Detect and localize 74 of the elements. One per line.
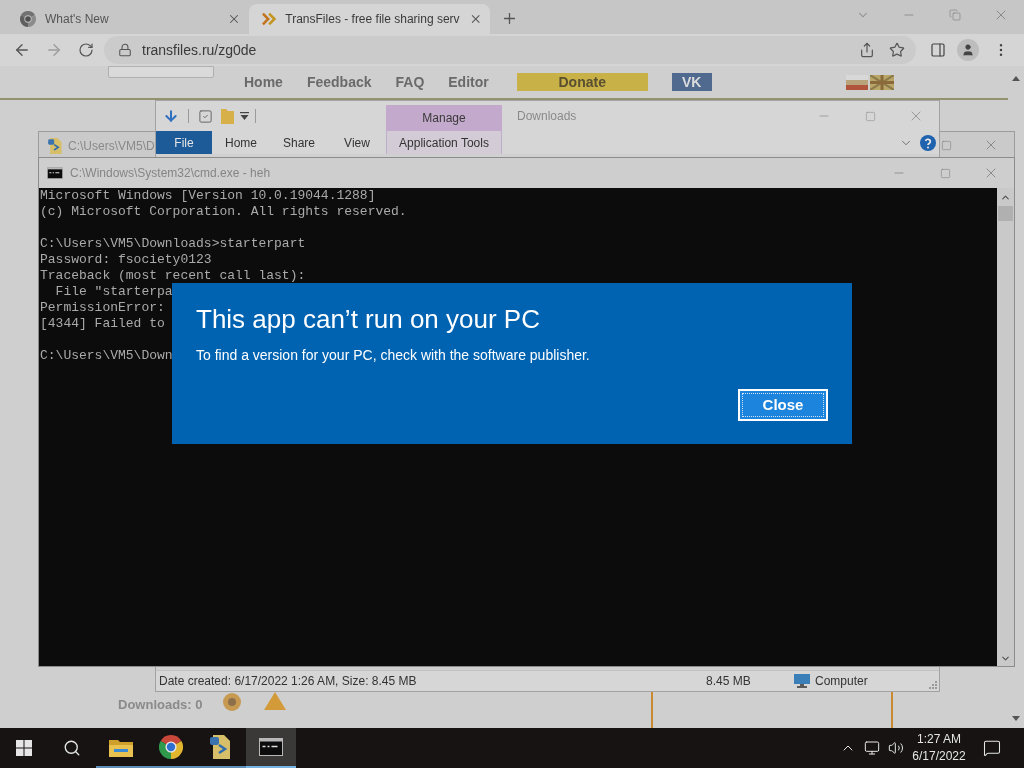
- location-label: Computer: [815, 673, 868, 690]
- monitor-icon: [864, 740, 880, 756]
- person-silhouette-icon: [961, 43, 975, 57]
- resize-grip-icon[interactable]: [929, 681, 937, 689]
- lock-icon: [118, 43, 132, 57]
- round-badge-icon: [222, 693, 241, 711]
- union-flag-icon: [869, 74, 894, 90]
- context-group-header: Manage: [386, 105, 502, 131]
- downloads-count: Downloads: 0: [118, 696, 203, 714]
- maximize-icon: [941, 139, 952, 151]
- ribbon-tab[interactable]: Application Tools: [386, 131, 502, 154]
- console-line: [4344] Failed to: [40, 316, 165, 332]
- window-title: C:\Windows\System32\cmd.exe - heh: [70, 165, 271, 182]
- console-line: Traceback (most recent call last):: [40, 268, 306, 284]
- ribbon-tab[interactable]: Home: [212, 131, 270, 154]
- close-icon[interactable]: [227, 12, 241, 26]
- close-button[interactable]: Close: [738, 389, 828, 421]
- nav-link[interactable]: Editor: [448, 71, 489, 93]
- console-line: Microsoft Windows [Version 10.0.19044.1288]: [40, 188, 376, 204]
- window-title: Downloads: [517, 108, 577, 125]
- browser-tab[interactable]: TransFiles - free file sharing serv: [249, 4, 490, 34]
- donate-button[interactable]: Donate: [516, 73, 648, 91]
- browser-logo-icon: [159, 735, 183, 759]
- nav-link[interactable]: FAQ: [395, 71, 425, 93]
- browser-logo-icon: [20, 11, 36, 27]
- console-line: File "starterpa: [54, 284, 173, 300]
- ribbon-tab[interactable]: Share: [270, 131, 328, 154]
- checklist-icon[interactable]: [198, 108, 213, 124]
- terminal-icon: [259, 738, 283, 756]
- scroll-up-icon[interactable]: [1012, 76, 1020, 81]
- ribbon-tab[interactable]: File: [156, 131, 212, 154]
- restore-icon: [949, 9, 961, 21]
- star-icon: [889, 42, 905, 58]
- script-icon: [210, 735, 232, 759]
- scroll-down-icon[interactable]: [1012, 716, 1020, 721]
- down-arrow-icon[interactable]: [163, 108, 179, 124]
- file-details-text: Date created: 6/17/2022 1:26 AM, Size: 8.45 MB: [158, 673, 418, 690]
- speaker-icon: [888, 740, 904, 756]
- nav-link[interactable]: Home: [244, 71, 283, 93]
- console-line: (c) Microsoft Corporation. All rights reserved.: [40, 204, 407, 220]
- side-panel-icon: [930, 42, 946, 58]
- reload-icon: [78, 42, 94, 58]
- window-title: C:\Users\VM5\D: [68, 138, 155, 155]
- terminal-icon: [47, 167, 63, 179]
- console-line: PermissionError:: [40, 300, 165, 316]
- console-line: C:\Users\VM5\Downloads>starterpart: [40, 236, 306, 252]
- tricolor-flag-icon: [845, 74, 868, 90]
- nav-link[interactable]: Feedback: [306, 71, 372, 93]
- triangle-icon: [263, 692, 286, 710]
- taskbar-app-button[interactable]: [246, 728, 296, 768]
- maximize-icon: [939, 167, 951, 179]
- help-icon[interactable]: [920, 134, 936, 151]
- profile-avatar-icon[interactable]: [957, 39, 979, 61]
- console-line: C:\Users\VM5\Down: [40, 348, 173, 364]
- folder-icon: [109, 737, 133, 757]
- social-button[interactable]: VK: [671, 73, 712, 91]
- forward-arrow-icon: [45, 41, 63, 59]
- address-bar[interactable]: transfiles.ru/zg0de: [104, 36, 916, 64]
- clock-button[interactable]: 1:27 AM 6/17/2022: [908, 728, 970, 768]
- script-icon: [48, 138, 63, 154]
- share-icon: [859, 42, 875, 58]
- console-line: Password: fsociety0123: [40, 252, 212, 268]
- speech-bubble-icon: [983, 739, 1001, 757]
- dialog-title: This app can’t run on your PC: [196, 303, 540, 336]
- double-chevron-icon: [261, 12, 277, 26]
- windows-logo-icon: [16, 740, 32, 756]
- ribbon-tab[interactable]: View: [328, 131, 386, 154]
- maximize-icon: [864, 110, 876, 122]
- scroll-thumb[interactable]: [998, 206, 1013, 221]
- dialog-message: To find a version for your PC, check with the software publisher.: [196, 346, 590, 365]
- caret-icon[interactable]: [240, 112, 249, 120]
- file-size-text: 8.45 MB: [705, 673, 752, 690]
- search-icon: [63, 739, 81, 757]
- monitor-icon: [794, 674, 810, 688]
